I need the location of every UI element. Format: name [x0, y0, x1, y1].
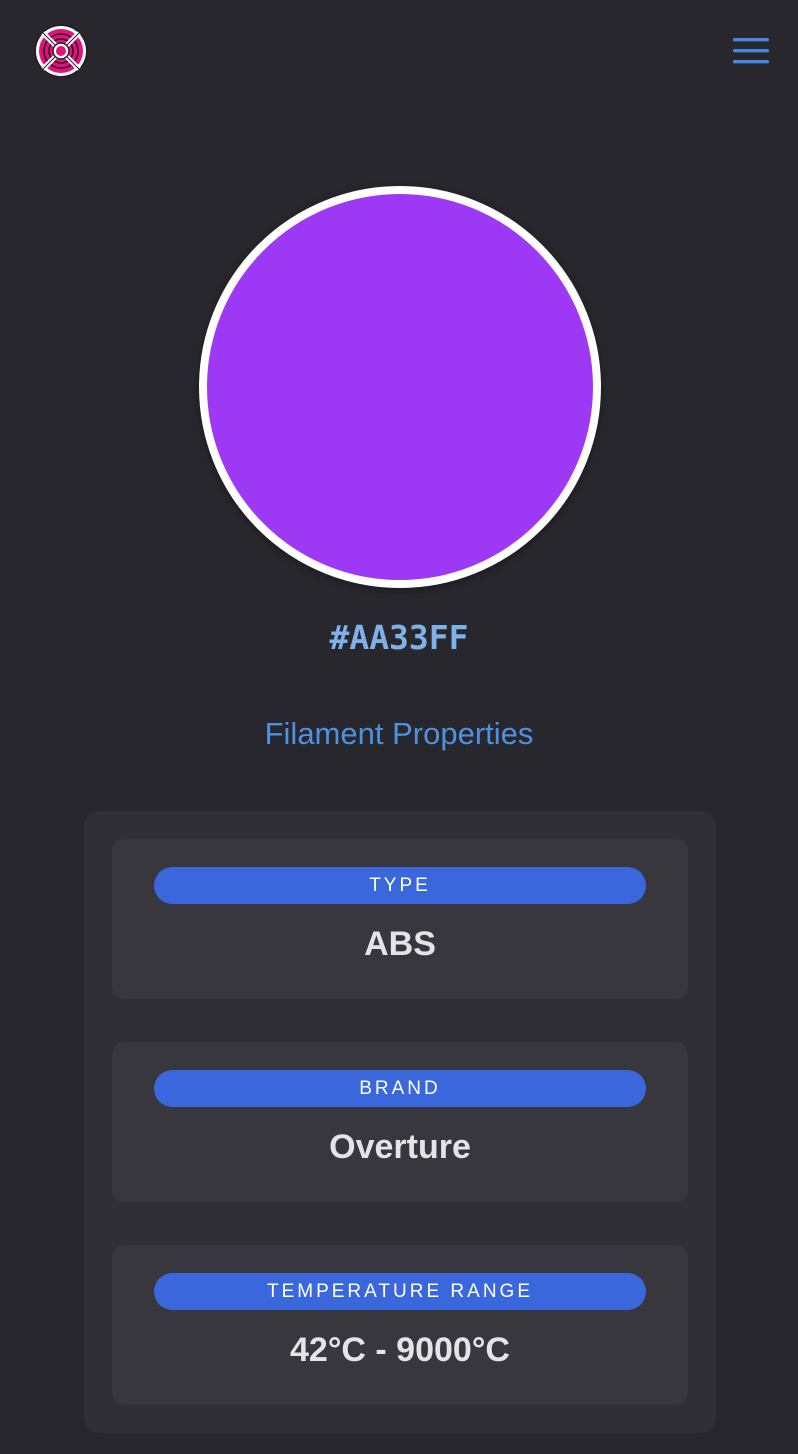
property-label: TYPE [154, 867, 646, 904]
property-card-type: TYPE ABS [112, 839, 688, 999]
app-root: #AA33FF Filament Properties TYPE ABS BRA… [0, 0, 798, 1454]
property-value: ABS [364, 925, 436, 963]
properties-title: Filament Properties [264, 716, 534, 751]
fan-logo-icon[interactable] [33, 23, 89, 79]
properties-panel: TYPE ABS BRAND Overture TEMPERATURE RANG… [84, 811, 716, 1433]
hex-code-label: #AA33FF [329, 618, 469, 657]
property-label: BRAND [154, 1070, 646, 1107]
property-card-brand: BRAND Overture [112, 1042, 688, 1202]
property-label: TEMPERATURE RANGE [154, 1273, 646, 1310]
color-swatch-container [199, 186, 601, 588]
property-card-temperature: TEMPERATURE RANGE 42°C - 9000°C [112, 1245, 688, 1405]
property-value: Overture [329, 1128, 471, 1166]
color-swatch [199, 186, 601, 588]
property-value: 42°C - 9000°C [290, 1331, 510, 1369]
hamburger-menu-icon[interactable] [731, 36, 771, 66]
